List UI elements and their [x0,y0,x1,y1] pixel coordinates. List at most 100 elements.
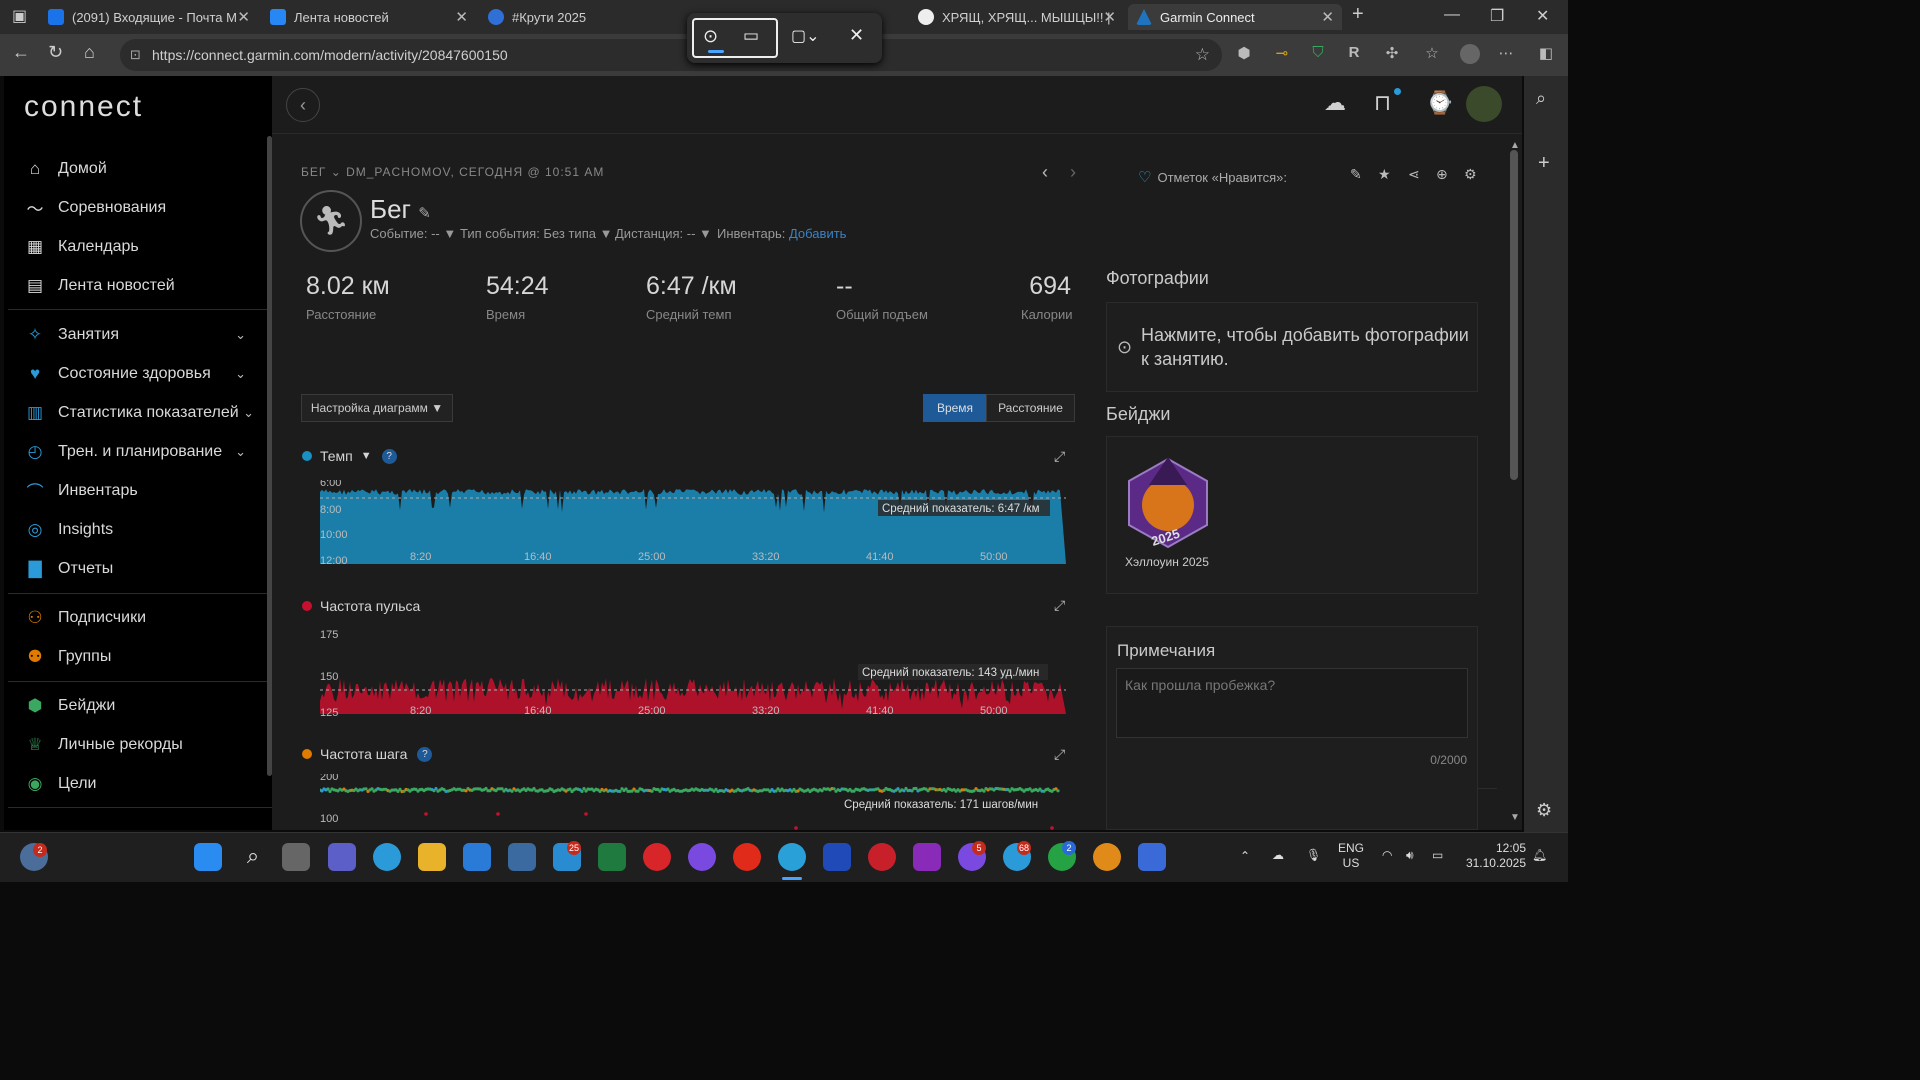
sidebar-item-home[interactable]: ⌂ Домой [4,149,272,188]
close-icon[interactable]: ✕ [1103,8,1116,26]
prev-activity-icon[interactable]: ‹ [1042,162,1048,183]
sidebar-item-performance[interactable]: ▥ Статистика показателей ⌄ [4,393,272,432]
x-axis-time-toggle[interactable]: Время [923,394,987,422]
shield-icon[interactable]: ⛉ [1308,44,1328,64]
help-icon[interactable]: ? [381,448,397,464]
activity-title[interactable]: Бег ✎ [370,194,431,225]
upload-cloud-icon[interactable]: ☁ [1324,90,1346,116]
favorites-icon[interactable]: ☆ [1422,44,1442,64]
favorite-star-icon[interactable]: ☆ [1195,45,1210,65]
extension-key-icon[interactable]: ⊸ [1272,44,1292,64]
task-view-icon[interactable] [282,843,310,871]
cloud-off-icon[interactable]: ☁ [1272,848,1284,862]
minimize-icon[interactable]: — [1444,6,1460,24]
back-icon[interactable]: ← [12,42,30,63]
tab-actions-icon[interactable]: ▣ [12,6,27,26]
maximize-icon[interactable]: ❐ [1490,6,1504,26]
excel-icon[interactable] [598,843,626,871]
garmin-connect-logo[interactable]: connect [24,90,143,124]
music-app-icon[interactable] [1093,843,1121,871]
top-app-icon[interactable] [913,843,941,871]
add-gear-link[interactable]: Добавить [789,226,846,241]
badge-name[interactable]: Хэллоуин 2025 [1125,555,1209,569]
more-menu-icon[interactable]: ⋯ [1496,44,1516,64]
site-info-icon[interactable]: ⊡ [130,47,141,63]
video-icon[interactable]: ▭ [743,26,759,46]
avatar[interactable] [1466,86,1502,122]
volume-icon[interactable]: 🔊︎ [1406,848,1414,863]
favorite-icon[interactable]: ★ [1378,166,1391,183]
extension-r-icon[interactable]: R [1344,44,1364,64]
tab-garmin[interactable]: Garmin Connect ✕ [1128,4,1342,30]
sidebar-item-goals[interactable]: ◉ Цели [4,764,272,803]
next-activity-icon[interactable]: › [1070,162,1076,183]
sidebar-item-insights[interactable]: ◎ Insights [4,510,272,549]
close-icon[interactable]: ✕ [1321,8,1334,26]
camera-icon[interactable]: ⊙ [703,26,718,47]
close-icon[interactable]: ✕ [849,25,864,46]
chevron-up-icon[interactable]: ⌃ [1240,849,1250,863]
add-photos-area[interactable]: ⊙ Нажмите, чтобы добавить фотографии к з… [1106,302,1478,392]
chart-settings-button[interactable]: Настройка диаграмм ▼ [301,394,453,422]
edit-icon[interactable]: ✎ [1350,166,1362,183]
extensions-puzzle-icon[interactable]: ✣ [1382,44,1402,64]
back-button[interactable]: ‹ [286,88,320,122]
sidebar-item-newsfeed[interactable]: ▤ Лента новостей [4,266,272,305]
profile-icon[interactable] [1460,44,1480,64]
add-icon[interactable]: + [1538,152,1550,175]
sidebar-item-records[interactable]: ♕ Личные рекорды [4,725,272,764]
help-icon[interactable]: ? [417,746,433,762]
edit-title-icon[interactable]: ✎ [418,205,431,222]
inbox-icon[interactable]: ⊓ [1374,90,1391,116]
event-dropdown[interactable]: Событие: -- ▼ [370,226,456,241]
sidebar-item-activities[interactable]: ✧ Занятия ⌄ [4,315,272,354]
sidebar-item-reports[interactable]: ▇ Отчеты [4,549,272,588]
extension-icon[interactable]: ⬢ [1234,44,1254,64]
battery-icon[interactable]: ▭ [1432,848,1443,862]
sidebar-toggle-icon[interactable]: ◧ [1536,44,1556,64]
microphone-icon[interactable]: 🎙︎ [1306,848,1321,862]
yandex-icon[interactable] [643,843,671,871]
sidebar-item-health[interactable]: ♥ Состояние здоровья ⌄ [4,354,272,393]
sidebar-item-challenges[interactable]: 〜 Соревнования [4,188,272,227]
sidebar-item-connections[interactable]: ⚇ Подписчики [4,598,272,637]
privacy-globe-icon[interactable]: ⊕ [1436,166,1448,183]
expand-icon[interactable]: ⤢ [1054,746,1065,763]
search-icon[interactable]: ⌕ [239,843,267,871]
close-icon[interactable]: ✕ [237,8,250,26]
notes-textarea[interactable]: Как прошла пробежка? [1116,668,1468,738]
wifi-icon[interactable]: ◠ [1382,848,1392,862]
start-windows-icon[interactable] [194,843,222,871]
sidebar-item-badges[interactable]: ⬢ Бейджи [4,686,272,725]
tab-mail[interactable]: (2091) Входящие - Почта М ✕ [40,4,258,30]
new-tab-icon[interactable]: + [1352,3,1364,26]
search-icon[interactable]: ⌕ [1536,88,1546,109]
chevron-down-icon[interactable]: ▼ [361,450,372,462]
event-type-dropdown[interactable]: Тип события: Без типа ▼ [460,226,612,241]
tab-vk[interactable]: Лента новостей ✕ [262,4,476,30]
edge-icon[interactable] [778,843,806,871]
window-close-icon[interactable]: ✕ [1536,6,1549,26]
sidebar-item-gear[interactable]: ⌒ Инвентарь [4,471,272,510]
store-icon[interactable] [463,843,491,871]
snip-shape-icon[interactable]: ▢⌄ [791,26,820,46]
yandex-browser-icon[interactable] [733,843,761,871]
url-field[interactable]: ⊡ https://connect.garmin.com/modern/acti… [120,39,1222,71]
halloween-badge-icon[interactable]: 2025 [1127,457,1209,549]
settings-gear-icon[interactable]: ⚙ [1464,166,1477,183]
chat-app-icon[interactable] [1138,843,1166,871]
alice-icon[interactable] [688,843,716,871]
likes[interactable]: ♡ Отметок «Нравится»: [1138,168,1287,186]
settings-gear-icon[interactable]: ⚙ [1536,800,1552,821]
expand-icon[interactable]: ⤢ [1054,448,1065,465]
file-explorer-icon[interactable] [418,843,446,871]
reload-icon[interactable]: ↻ [48,42,63,63]
activity-breadcrumb[interactable]: БЕГ ⌄ DM_PACHOMOV, СЕГОДНЯ @ 10:51 AM [301,165,604,179]
l-app-icon[interactable] [823,843,851,871]
x-axis-distance-toggle[interactable]: Расстояние [986,394,1075,422]
sidebar-item-groups[interactable]: ⚉ Группы [4,637,272,676]
sidebar-item-training[interactable]: ◴ Трен. и планирование ⌄ [4,432,272,471]
teams-icon[interactable] [328,843,356,871]
close-icon[interactable]: ✕ [455,8,468,26]
language-indicator[interactable]: ENG US [1338,841,1364,871]
